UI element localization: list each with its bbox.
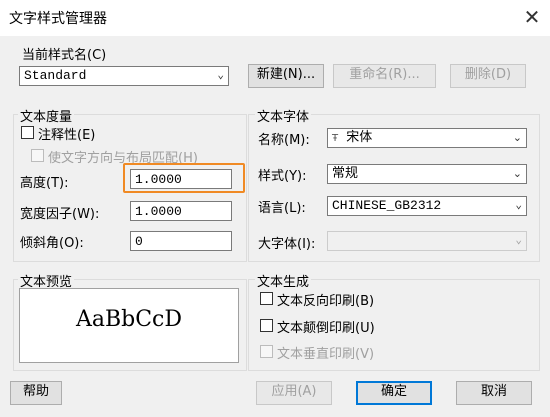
- current-style-label: 当前样式名(C): [22, 48, 107, 63]
- annotative-label: 注释性(E): [38, 128, 96, 143]
- chevron-down-icon: ⌄: [515, 235, 522, 247]
- backwards-checkbox[interactable]: [260, 292, 273, 305]
- width-factor-input[interactable]: [130, 201, 232, 221]
- height-input[interactable]: [130, 169, 232, 189]
- font-name-label: 名称(M):: [258, 133, 310, 148]
- font-type-icon: Ŧ: [332, 133, 339, 144]
- oblique-angle-input[interactable]: [130, 231, 232, 251]
- font-name-select[interactable]: Ŧ 宋体 ⌄: [327, 128, 527, 148]
- chevron-down-icon: ⌄: [217, 70, 224, 82]
- text-metrics-legend: 文本度量: [18, 106, 75, 125]
- width-factor-label: 宽度因子(W):: [20, 207, 100, 222]
- language-label: 语言(L):: [258, 201, 306, 216]
- oblique-angle-label: 倾斜角(O):: [20, 236, 84, 251]
- chevron-down-icon: ⌄: [512, 167, 522, 180]
- font-style-label: 样式(Y):: [258, 169, 307, 184]
- vertical-label: 文本垂直印刷(V): [277, 347, 375, 362]
- delete-style-button[interactable]: 删除(D): [450, 64, 526, 88]
- help-button[interactable]: 帮助: [10, 381, 62, 405]
- chevron-down-icon: ⌄: [512, 131, 522, 144]
- close-icon[interactable]: ✕: [518, 3, 546, 31]
- upside-down-checkbox[interactable]: [260, 319, 273, 332]
- current-style-value: Standard: [24, 68, 87, 83]
- vertical-checkbox[interactable]: [260, 345, 273, 358]
- rename-style-button[interactable]: 重命名(R)...: [333, 64, 436, 88]
- upside-down-label: 文本颠倒印刷(U): [277, 321, 375, 336]
- text-font-legend: 文本字体: [255, 106, 312, 125]
- font-style-select[interactable]: 常规 ⌄: [327, 164, 527, 184]
- current-style-select[interactable]: Standard ⌄: [19, 66, 229, 86]
- preview-box: AaBbCcD: [19, 288, 239, 363]
- language-select[interactable]: CHINESE_GB2312 ⌄: [327, 196, 527, 216]
- ok-button[interactable]: 确定: [356, 381, 432, 405]
- match-layout-checkbox[interactable]: [31, 149, 44, 162]
- text-generation-legend: 文本生成: [255, 271, 312, 290]
- apply-button[interactable]: 应用(A): [256, 381, 332, 405]
- chevron-down-icon: ⌄: [515, 200, 522, 212]
- preview-sample-text: AaBbCcD: [75, 307, 183, 332]
- bigfont-select[interactable]: ⌄: [327, 231, 527, 251]
- annotative-checkbox[interactable]: [21, 126, 34, 139]
- new-style-button[interactable]: 新建(N)...: [248, 64, 324, 88]
- font-style-value: 常规: [332, 166, 359, 181]
- window-title: 文字样式管理器: [9, 11, 107, 27]
- backwards-label: 文本反向印刷(B): [277, 294, 375, 309]
- height-label: 高度(T):: [20, 176, 69, 191]
- bigfont-label: 大字体(I):: [258, 237, 316, 252]
- font-name-value: 宋体: [346, 130, 373, 145]
- language-value: CHINESE_GB2312: [332, 198, 442, 213]
- cancel-button[interactable]: 取消: [456, 381, 532, 405]
